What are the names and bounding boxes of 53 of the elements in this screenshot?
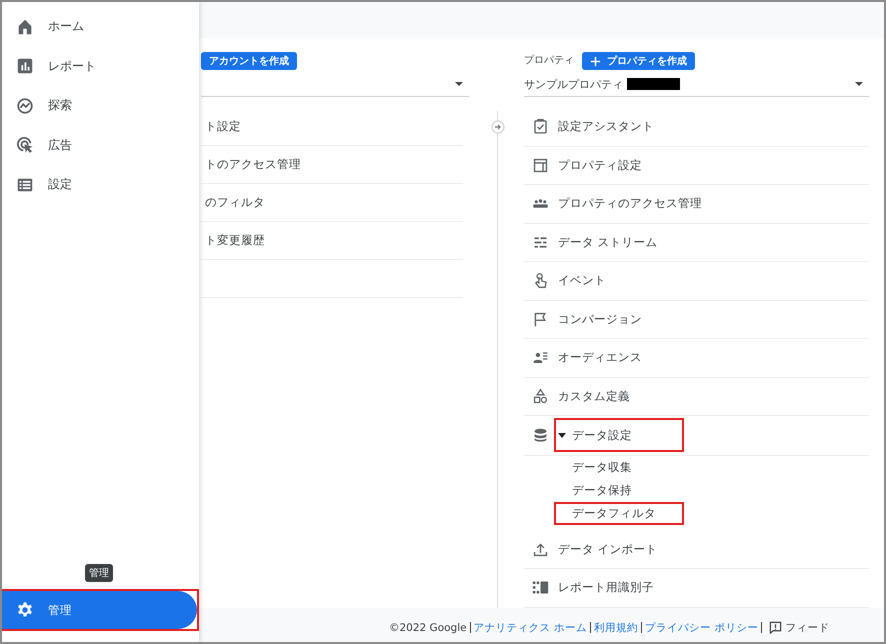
footer-link[interactable]: 利用規約 [594, 620, 638, 634]
submenu-item[interactable]: データフィルタ [572, 506, 656, 520]
hand-icon [532, 272, 549, 290]
menu-item[interactable]: オーディエンス [558, 350, 642, 366]
nav-item[interactable]: 探索 [2, 86, 199, 126]
footer-link[interactable]: プライバシー ポリシー [644, 620, 758, 634]
menu-item[interactable]: 設定アシスタント [558, 119, 654, 134]
menu-item[interactable]: トのアクセス管理 [201, 146, 463, 184]
menu-item[interactable]: データ設定 [572, 428, 632, 443]
identifier-icon [532, 579, 549, 596]
menu-item[interactable]: データ インポート [558, 542, 658, 557]
submenu-item[interactable]: データ保持 [572, 482, 632, 498]
menu-item[interactable]: コンバージョン [558, 312, 642, 327]
settings-icon [16, 601, 34, 619]
footer-link[interactable]: アナリティクス ホーム [474, 620, 587, 634]
menu-item[interactable]: ト設定 [201, 108, 463, 146]
dropdown-icon [455, 82, 463, 86]
menu-item[interactable]: イベント [558, 273, 606, 288]
nav-item[interactable]: 設定 [2, 165, 199, 204]
feedback-link[interactable]: フィード [785, 620, 830, 634]
menu-item[interactable]: プロパティのアクセス管理 [558, 196, 702, 212]
property-label: プロパティ [524, 54, 574, 67]
clipboard-check-icon [532, 118, 549, 136]
list-icon [16, 176, 34, 194]
nav-item[interactable]: レポート [2, 46, 199, 86]
home-icon [16, 18, 34, 36]
ads-icon [16, 136, 34, 154]
menu-item[interactable]: カスタム定義 [558, 388, 630, 404]
menu-item[interactable]: のフィルタ [201, 184, 463, 222]
menu-item[interactable]: レポート用識別子 [558, 580, 654, 596]
redaction-bar [627, 78, 680, 90]
layout-icon [532, 156, 549, 174]
create-property-button[interactable]: プロパティを作成 [582, 52, 695, 70]
dropdown-icon [855, 82, 863, 86]
menu-item[interactable]: ト変更履歴 [201, 222, 463, 260]
menu-item[interactable]: データ ストリーム [558, 234, 658, 250]
nav-item[interactable]: ホーム [2, 7, 199, 46]
bar-chart-icon [16, 57, 34, 76]
submenu-item[interactable]: データ収集 [572, 460, 632, 474]
arrow-circle-icon[interactable] [491, 120, 505, 134]
plus-icon [590, 56, 601, 66]
create-account-button[interactable]: アカウントを作成 [201, 52, 297, 70]
shapes-icon [532, 388, 549, 405]
tooltip: 管理 [85, 564, 113, 582]
property-selector[interactable]: サンプルプロパティ [524, 72, 869, 97]
database-icon [532, 426, 549, 444]
explore-icon [16, 96, 34, 115]
upload-icon [532, 540, 549, 558]
nav-item[interactable]: 広告 [2, 126, 199, 165]
admin-nav-item[interactable]: 管理 [2, 591, 197, 629]
copyright-text: ©2022 Google [389, 622, 467, 634]
menu-item[interactable]: プロパティ設定 [558, 158, 642, 173]
feedback-icon [769, 621, 782, 634]
